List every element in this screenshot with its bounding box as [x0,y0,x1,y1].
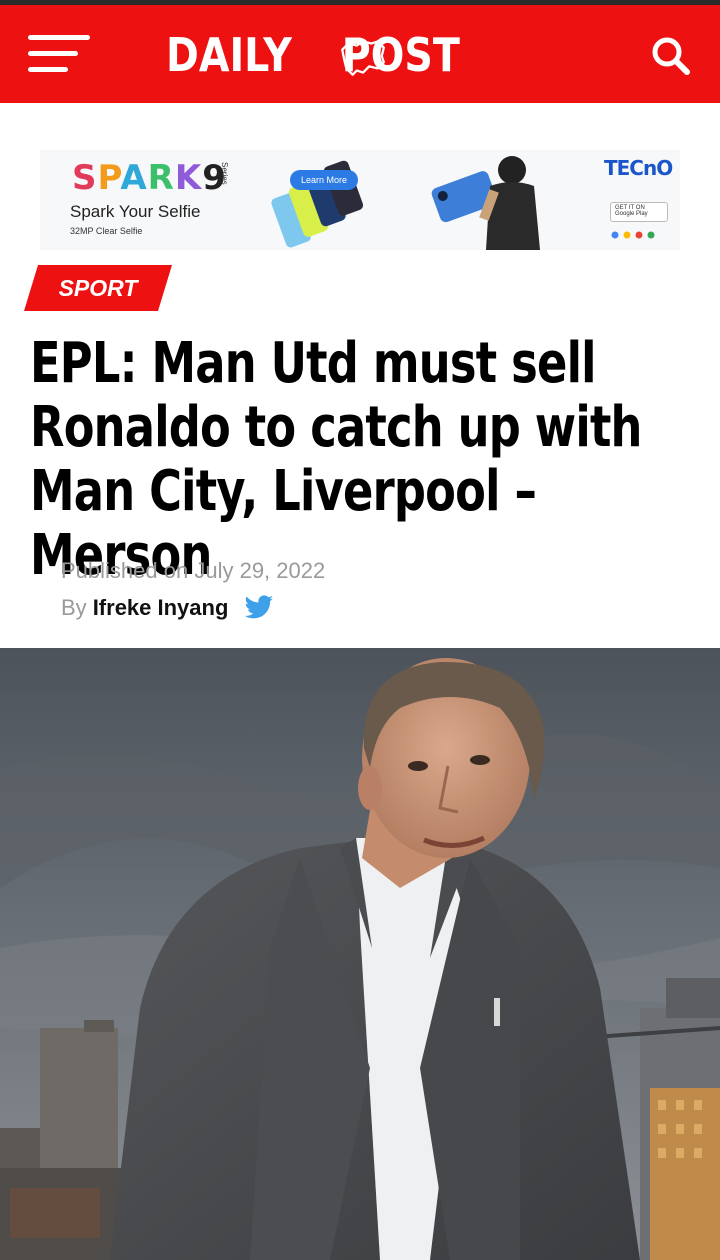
byline-label: By [61,595,87,620]
published-date: July 29, 2022 [194,558,326,583]
published-label: Published on [61,558,189,583]
ad-google-play-badge[interactable]: GET IT ON Google Play [610,202,668,222]
site-header: DAILY POST [0,5,720,103]
author-link[interactable]: Ifreke Inyang [93,590,229,626]
ad-brand-logo: SPARK9 [72,158,227,198]
advertisement-banner[interactable]: SPARK9 Series Spark Your Selfie 32MP Cle… [40,150,680,250]
logo-word-daily: DAILY [166,28,292,82]
ad-tagline: Spark Your Selfie [70,202,201,221]
category-label: SPORT [58,275,138,301]
ad-subtitle: 32MP Clear Selfie [70,226,143,236]
category-badge-sport[interactable]: SPORT [24,265,172,311]
twitter-icon[interactable] [244,595,274,621]
article-title: EPL: Man Utd must sell Ronaldo to catch … [30,332,694,588]
ad-tecno-logo: TECnO [604,156,673,180]
ad-phones-image [271,156,540,250]
ad-learn-more-button[interactable]: Learn More [290,170,358,190]
ad-series-label: Series [220,162,229,185]
nigeria-map-icon [341,40,385,76]
article-meta: Published on July 29, 2022 By Ifreke Iny… [61,556,621,626]
hamburger-menu-icon[interactable] [28,33,90,77]
ad-social-icons [611,231,655,239]
article-title-line-2: Ronaldo to catch up with [30,395,642,460]
hero-photo [0,648,720,1260]
hero-photo-illustration [0,648,720,1260]
article-title-line-1: EPL: Man Utd must sell [30,331,596,396]
search-icon[interactable] [650,35,692,77]
